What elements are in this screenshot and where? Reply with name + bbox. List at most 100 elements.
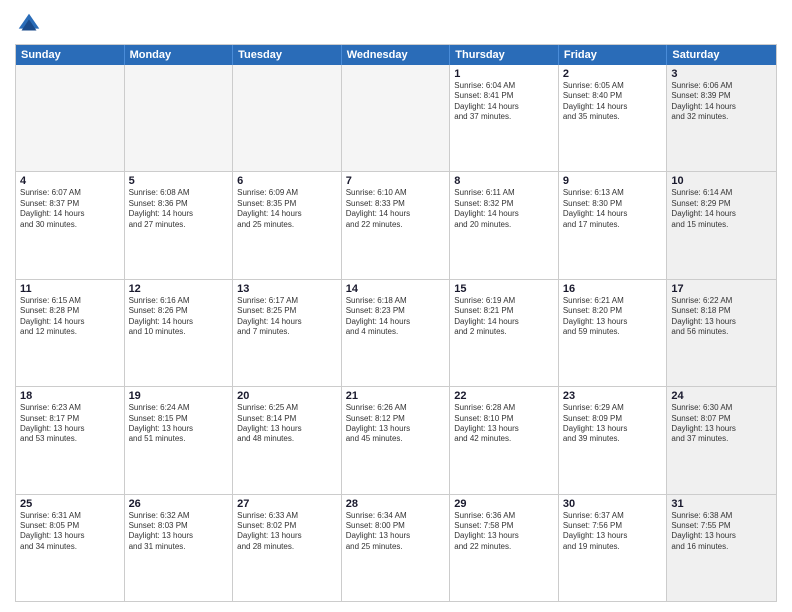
day-number: 2 (563, 68, 663, 80)
day-info: Sunrise: 6:13 AM Sunset: 8:30 PM Dayligh… (563, 188, 663, 230)
calendar-cell: 27Sunrise: 6:33 AM Sunset: 8:02 PM Dayli… (233, 495, 342, 601)
calendar-cell: 16Sunrise: 6:21 AM Sunset: 8:20 PM Dayli… (559, 280, 668, 386)
day-number: 26 (129, 498, 229, 510)
day-number: 7 (346, 175, 446, 187)
calendar-cell (342, 65, 451, 171)
calendar-cell: 4Sunrise: 6:07 AM Sunset: 8:37 PM Daylig… (16, 172, 125, 278)
weekday-header: Sunday (16, 45, 125, 65)
day-info: Sunrise: 6:23 AM Sunset: 8:17 PM Dayligh… (20, 403, 120, 445)
day-info: Sunrise: 6:25 AM Sunset: 8:14 PM Dayligh… (237, 403, 337, 445)
calendar-row: 25Sunrise: 6:31 AM Sunset: 8:05 PM Dayli… (16, 494, 776, 601)
day-info: Sunrise: 6:15 AM Sunset: 8:28 PM Dayligh… (20, 296, 120, 338)
weekday-header: Saturday (667, 45, 776, 65)
day-info: Sunrise: 6:08 AM Sunset: 8:36 PM Dayligh… (129, 188, 229, 230)
calendar-cell: 24Sunrise: 6:30 AM Sunset: 8:07 PM Dayli… (667, 387, 776, 493)
day-number: 10 (671, 175, 772, 187)
day-info: Sunrise: 6:34 AM Sunset: 8:00 PM Dayligh… (346, 511, 446, 553)
day-number: 5 (129, 175, 229, 187)
calendar-cell: 31Sunrise: 6:38 AM Sunset: 7:55 PM Dayli… (667, 495, 776, 601)
calendar-cell: 29Sunrise: 6:36 AM Sunset: 7:58 PM Dayli… (450, 495, 559, 601)
day-info: Sunrise: 6:10 AM Sunset: 8:33 PM Dayligh… (346, 188, 446, 230)
day-number: 13 (237, 283, 337, 295)
day-number: 27 (237, 498, 337, 510)
calendar-cell: 22Sunrise: 6:28 AM Sunset: 8:10 PM Dayli… (450, 387, 559, 493)
calendar-row: 1Sunrise: 6:04 AM Sunset: 8:41 PM Daylig… (16, 65, 776, 171)
day-number: 12 (129, 283, 229, 295)
calendar-cell (233, 65, 342, 171)
calendar-cell: 1Sunrise: 6:04 AM Sunset: 8:41 PM Daylig… (450, 65, 559, 171)
calendar-cell: 28Sunrise: 6:34 AM Sunset: 8:00 PM Dayli… (342, 495, 451, 601)
day-info: Sunrise: 6:29 AM Sunset: 8:09 PM Dayligh… (563, 403, 663, 445)
day-number: 3 (671, 68, 772, 80)
calendar-cell (125, 65, 234, 171)
calendar-cell: 17Sunrise: 6:22 AM Sunset: 8:18 PM Dayli… (667, 280, 776, 386)
day-number: 9 (563, 175, 663, 187)
calendar-cell: 20Sunrise: 6:25 AM Sunset: 8:14 PM Dayli… (233, 387, 342, 493)
day-info: Sunrise: 6:19 AM Sunset: 8:21 PM Dayligh… (454, 296, 554, 338)
day-info: Sunrise: 6:05 AM Sunset: 8:40 PM Dayligh… (563, 81, 663, 123)
calendar-cell: 19Sunrise: 6:24 AM Sunset: 8:15 PM Dayli… (125, 387, 234, 493)
calendar-cell: 6Sunrise: 6:09 AM Sunset: 8:35 PM Daylig… (233, 172, 342, 278)
day-info: Sunrise: 6:33 AM Sunset: 8:02 PM Dayligh… (237, 511, 337, 553)
calendar-cell: 12Sunrise: 6:16 AM Sunset: 8:26 PM Dayli… (125, 280, 234, 386)
day-number: 25 (20, 498, 120, 510)
calendar-cell: 7Sunrise: 6:10 AM Sunset: 8:33 PM Daylig… (342, 172, 451, 278)
calendar-cell: 26Sunrise: 6:32 AM Sunset: 8:03 PM Dayli… (125, 495, 234, 601)
day-info: Sunrise: 6:09 AM Sunset: 8:35 PM Dayligh… (237, 188, 337, 230)
day-info: Sunrise: 6:04 AM Sunset: 8:41 PM Dayligh… (454, 81, 554, 123)
day-info: Sunrise: 6:31 AM Sunset: 8:05 PM Dayligh… (20, 511, 120, 553)
weekday-header: Monday (125, 45, 234, 65)
day-number: 15 (454, 283, 554, 295)
calendar-cell: 8Sunrise: 6:11 AM Sunset: 8:32 PM Daylig… (450, 172, 559, 278)
calendar-cell: 30Sunrise: 6:37 AM Sunset: 7:56 PM Dayli… (559, 495, 668, 601)
day-number: 14 (346, 283, 446, 295)
logo-icon (15, 10, 43, 38)
day-number: 23 (563, 390, 663, 402)
day-info: Sunrise: 6:14 AM Sunset: 8:29 PM Dayligh… (671, 188, 772, 230)
calendar-cell: 9Sunrise: 6:13 AM Sunset: 8:30 PM Daylig… (559, 172, 668, 278)
day-info: Sunrise: 6:26 AM Sunset: 8:12 PM Dayligh… (346, 403, 446, 445)
day-info: Sunrise: 6:11 AM Sunset: 8:32 PM Dayligh… (454, 188, 554, 230)
weekday-header: Tuesday (233, 45, 342, 65)
day-info: Sunrise: 6:22 AM Sunset: 8:18 PM Dayligh… (671, 296, 772, 338)
day-info: Sunrise: 6:24 AM Sunset: 8:15 PM Dayligh… (129, 403, 229, 445)
weekday-header: Thursday (450, 45, 559, 65)
calendar-cell: 11Sunrise: 6:15 AM Sunset: 8:28 PM Dayli… (16, 280, 125, 386)
day-info: Sunrise: 6:28 AM Sunset: 8:10 PM Dayligh… (454, 403, 554, 445)
day-info: Sunrise: 6:38 AM Sunset: 7:55 PM Dayligh… (671, 511, 772, 553)
calendar-cell: 2Sunrise: 6:05 AM Sunset: 8:40 PM Daylig… (559, 65, 668, 171)
day-number: 20 (237, 390, 337, 402)
calendar-cell: 3Sunrise: 6:06 AM Sunset: 8:39 PM Daylig… (667, 65, 776, 171)
calendar-cell: 13Sunrise: 6:17 AM Sunset: 8:25 PM Dayli… (233, 280, 342, 386)
day-info: Sunrise: 6:18 AM Sunset: 8:23 PM Dayligh… (346, 296, 446, 338)
calendar-cell: 21Sunrise: 6:26 AM Sunset: 8:12 PM Dayli… (342, 387, 451, 493)
day-number: 8 (454, 175, 554, 187)
day-number: 29 (454, 498, 554, 510)
calendar-cell: 5Sunrise: 6:08 AM Sunset: 8:36 PM Daylig… (125, 172, 234, 278)
day-number: 21 (346, 390, 446, 402)
day-info: Sunrise: 6:07 AM Sunset: 8:37 PM Dayligh… (20, 188, 120, 230)
day-number: 22 (454, 390, 554, 402)
calendar-cell (16, 65, 125, 171)
day-info: Sunrise: 6:06 AM Sunset: 8:39 PM Dayligh… (671, 81, 772, 123)
day-info: Sunrise: 6:36 AM Sunset: 7:58 PM Dayligh… (454, 511, 554, 553)
calendar-cell: 25Sunrise: 6:31 AM Sunset: 8:05 PM Dayli… (16, 495, 125, 601)
calendar-cell: 15Sunrise: 6:19 AM Sunset: 8:21 PM Dayli… (450, 280, 559, 386)
weekday-header: Friday (559, 45, 668, 65)
calendar-row: 18Sunrise: 6:23 AM Sunset: 8:17 PM Dayli… (16, 386, 776, 493)
day-info: Sunrise: 6:37 AM Sunset: 7:56 PM Dayligh… (563, 511, 663, 553)
day-number: 11 (20, 283, 120, 295)
day-info: Sunrise: 6:16 AM Sunset: 8:26 PM Dayligh… (129, 296, 229, 338)
day-number: 19 (129, 390, 229, 402)
calendar-cell: 18Sunrise: 6:23 AM Sunset: 8:17 PM Dayli… (16, 387, 125, 493)
day-number: 24 (671, 390, 772, 402)
day-number: 17 (671, 283, 772, 295)
calendar-body: 1Sunrise: 6:04 AM Sunset: 8:41 PM Daylig… (16, 65, 776, 601)
day-number: 4 (20, 175, 120, 187)
day-info: Sunrise: 6:21 AM Sunset: 8:20 PM Dayligh… (563, 296, 663, 338)
day-number: 18 (20, 390, 120, 402)
calendar-header: SundayMondayTuesdayWednesdayThursdayFrid… (16, 45, 776, 65)
calendar: SundayMondayTuesdayWednesdayThursdayFrid… (15, 44, 777, 602)
day-number: 16 (563, 283, 663, 295)
day-number: 1 (454, 68, 554, 80)
